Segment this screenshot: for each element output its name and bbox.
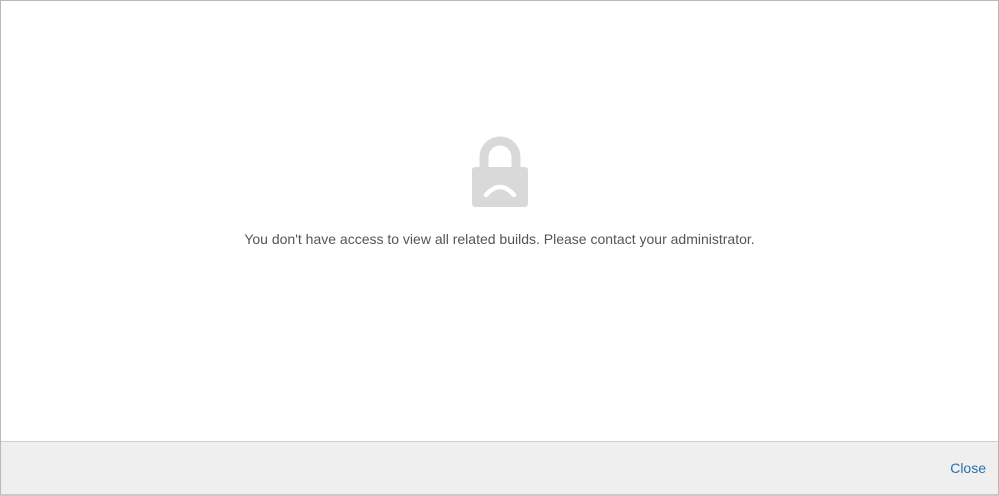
dialog-body: You don't have access to view all relate… <box>1 1 998 441</box>
dialog-footer: Close <box>1 441 998 494</box>
access-denied-message: You don't have access to view all relate… <box>244 231 755 247</box>
close-button[interactable]: Close <box>950 460 986 476</box>
access-denied-dialog: You don't have access to view all relate… <box>0 0 999 495</box>
lock-sad-icon <box>472 136 528 207</box>
